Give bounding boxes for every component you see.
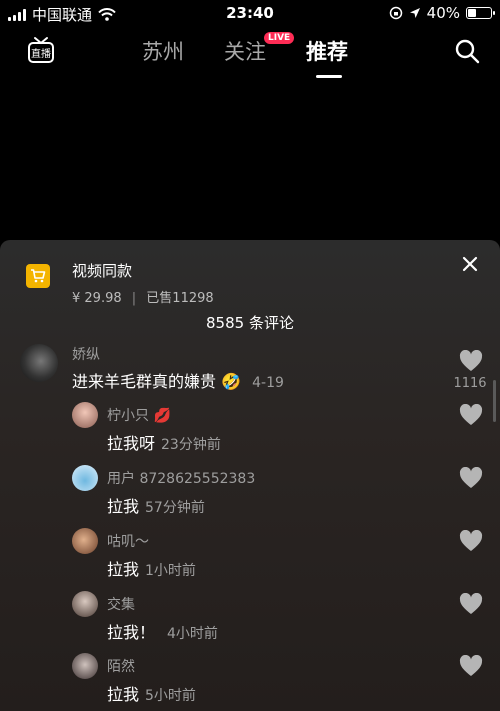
comment-text: 进来羊毛群真的嫌贵	[72, 372, 217, 391]
like-heart-icon[interactable]	[459, 350, 483, 372]
meta-separator: |	[131, 291, 137, 306]
feed-tabs: 苏州 关注 推荐	[142, 36, 348, 78]
product-meta: ¥ 29.98 | 已售11298	[72, 287, 214, 306]
avatar[interactable]	[72, 591, 98, 617]
reply-text: 拉我	[107, 560, 140, 579]
like-heart-icon[interactable]	[459, 530, 483, 552]
rotation-lock-icon	[389, 6, 402, 20]
reply-text: 拉我	[107, 497, 140, 516]
product-sold: 已售11298	[146, 291, 214, 306]
tab-following[interactable]: 关注	[224, 36, 266, 66]
like-heart-icon[interactable]	[459, 593, 483, 615]
reply-author[interactable]: 陌然	[107, 656, 135, 676]
laughing-emoji-icon: 🤣	[221, 372, 242, 391]
tab-suzhou[interactable]: 苏州	[142, 36, 184, 66]
reply-author[interactable]: 咕叽～	[107, 531, 149, 551]
battery-percent: 40%	[426, 4, 460, 22]
like-heart-icon[interactable]	[459, 655, 483, 677]
status-bar: 中国联通 23:40 40%	[0, 0, 500, 26]
reply-body[interactable]: 拉我 1小时前	[107, 556, 196, 580]
top-nav: 直播 苏州 关注 推荐 LIVE	[0, 30, 500, 78]
reply-author[interactable]: 交集	[107, 594, 135, 614]
reply-text: 拉我！	[107, 623, 156, 642]
like-count: 1116	[453, 376, 487, 391]
avatar[interactable]	[72, 402, 98, 428]
location-icon	[409, 8, 420, 18]
tab-recommended[interactable]: 推荐	[306, 36, 348, 78]
avatar[interactable]	[72, 653, 98, 679]
comment-body[interactable]: 进来羊毛群真的嫌贵 🤣 4-19	[72, 368, 284, 392]
search-icon[interactable]	[454, 38, 480, 64]
reply-author[interactable]: 用户 8728625552383	[107, 468, 255, 488]
reply-body[interactable]: 拉我 5小时前	[107, 681, 196, 705]
lips-emoji-icon: 💋	[153, 408, 171, 424]
avatar[interactable]	[20, 344, 58, 382]
reply-body[interactable]: 拉我呀 23分钟前	[107, 430, 221, 454]
svg-text:直播: 直播	[31, 47, 51, 60]
reply-body[interactable]: 拉我 57分钟前	[107, 493, 205, 517]
product-card[interactable]: 视频同款 ¥ 29.98 | 已售11298	[26, 260, 214, 306]
comment-count: 8585 条评论	[206, 314, 294, 332]
product-title: 视频同款	[72, 262, 133, 280]
battery-icon	[466, 7, 495, 19]
product-price: ¥ 29.98	[72, 291, 122, 306]
reply-time: 4小时前	[167, 626, 218, 642]
comment-author[interactable]: 娇纵	[72, 344, 100, 364]
like-heart-icon[interactable]	[459, 404, 483, 426]
reply-body[interactable]: 拉我！ 4小时前	[107, 619, 218, 643]
live-stream-icon[interactable]: 直播	[26, 35, 56, 65]
shopping-cart-icon	[26, 264, 50, 288]
reply-time: 57分钟前	[145, 500, 205, 516]
close-icon[interactable]	[462, 256, 478, 272]
reply-time: 1小时前	[145, 563, 196, 579]
avatar[interactable]	[72, 528, 98, 554]
scrollbar[interactable]	[493, 380, 496, 422]
comment-time: 4-19	[252, 375, 284, 391]
reply-time: 5小时前	[145, 688, 196, 704]
reply-time: 23分钟前	[161, 437, 221, 453]
comment-sheet: 视频同款 ¥ 29.98 | 已售11298 8585 条评论 娇纵 进来羊毛群…	[0, 240, 500, 711]
reply-text: 拉我	[107, 685, 140, 704]
avatar[interactable]	[72, 465, 98, 491]
reply-author[interactable]: 柠小只 💋	[107, 405, 171, 425]
like-heart-icon[interactable]	[459, 467, 483, 489]
reply-text: 拉我呀	[107, 434, 156, 453]
live-badge: LIVE	[264, 32, 295, 44]
